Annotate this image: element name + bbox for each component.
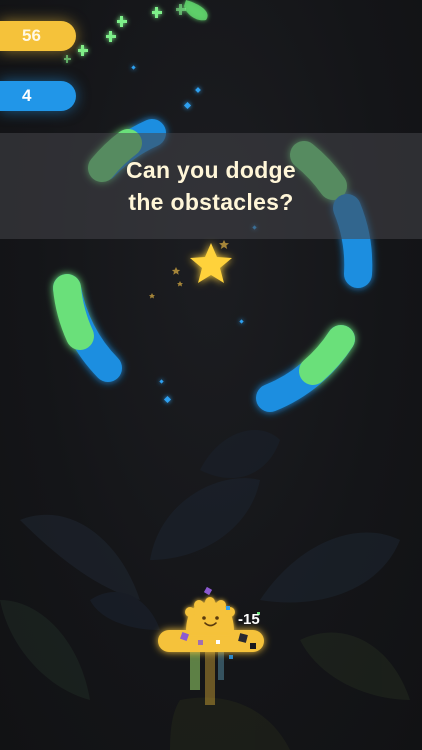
- penalty-label: -15: [238, 611, 260, 628]
- banner-line-1: Can you dodge: [125, 157, 296, 183]
- player-platform: [158, 630, 264, 652]
- star-icon: [190, 243, 232, 283]
- player-trail: [190, 650, 224, 705]
- level-counter: 4: [0, 81, 76, 111]
- level-value: 4: [22, 86, 32, 105]
- game-stage[interactable]: 56 4 Can you dodge the obstacles? -15: [0, 0, 422, 750]
- score-counter: 56: [0, 21, 76, 51]
- banner-line-2: the obstacles?: [128, 189, 294, 215]
- game-scene: [0, 0, 410, 750]
- tutorial-banner: Can you dodge the obstacles?: [0, 133, 422, 239]
- smiling-blob-icon: [185, 597, 235, 632]
- score-value: 56: [22, 26, 41, 45]
- ring-segment: [53, 274, 94, 350]
- ring-segment: [299, 325, 355, 385]
